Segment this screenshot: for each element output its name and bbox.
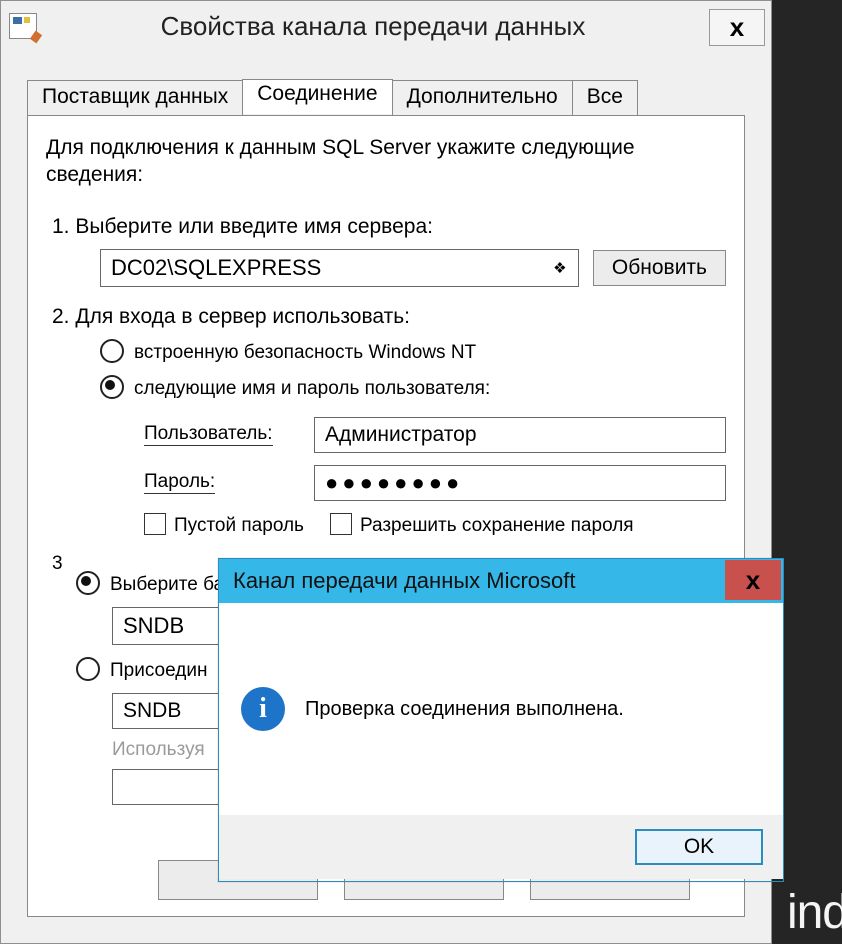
chevron-down-icon[interactable]: ❖ [542,259,578,277]
radio-attach-db-label: Присоедин [110,660,207,682]
window-title: Свойства канала передачи данных [37,11,709,42]
password-label: Пароль: [144,471,215,494]
tab-all[interactable]: Все [572,80,638,115]
radio-windows-auth-label: встроенную безопасность Windows NT [134,342,476,364]
server-name-combo[interactable]: DC02\SQLEXPRESS ❖ [100,249,579,287]
tab-advanced[interactable]: Дополнительно [392,80,573,115]
message-box-title: Канал передачи данных Microsoft [233,568,576,594]
refresh-button[interactable]: Обновить [593,250,726,286]
step1-label: 1. Выберите или введите имя сервера: [52,215,726,239]
attach-db-value: SNDB [123,699,181,723]
radio-attach-db[interactable] [76,657,100,681]
allow-save-label: Разрешить сохранение пароля [360,515,634,537]
ok-button[interactable]: OK [635,829,763,865]
user-value: Администратор [325,423,477,447]
allow-save-checkbox[interactable] [330,513,352,535]
radio-windows-auth[interactable] [100,339,124,363]
step2-label: 2. Для входа в сервер использовать: [52,305,726,329]
watermark: ind [787,885,842,940]
instructions: Для подключения к данным SQL Server укаж… [46,134,726,189]
radio-user-auth-label: следующие имя и пароль пользователя: [134,378,490,400]
titlebar: Свойства канала передачи данных x [1,1,771,51]
user-label: Пользователь: [144,423,273,446]
close-button[interactable]: x [709,9,765,46]
user-field[interactable]: Администратор [314,417,726,453]
tab-provider[interactable]: Поставщик данных [27,80,243,115]
radio-select-db[interactable] [76,571,100,595]
server-name-value: DC02\SQLEXPRESS [101,255,542,281]
tab-connection[interactable]: Соединение [242,79,392,114]
tab-strip: Поставщик данных Соединение Дополнительн… [27,79,638,114]
message-box: Канал передачи данных Microsoft x i Пров… [218,558,784,882]
message-box-text: Проверка соединения выполнена. [305,698,624,721]
info-icon: i [241,687,285,731]
password-field[interactable]: ●●●●●●●● [314,465,726,501]
message-box-close-button[interactable]: x [725,560,781,600]
blank-password-label: Пустой пароль [174,515,304,537]
app-icon [9,13,37,39]
radio-user-auth[interactable] [100,375,124,399]
password-value: ●●●●●●●● [325,470,463,496]
blank-password-checkbox[interactable] [144,513,166,535]
